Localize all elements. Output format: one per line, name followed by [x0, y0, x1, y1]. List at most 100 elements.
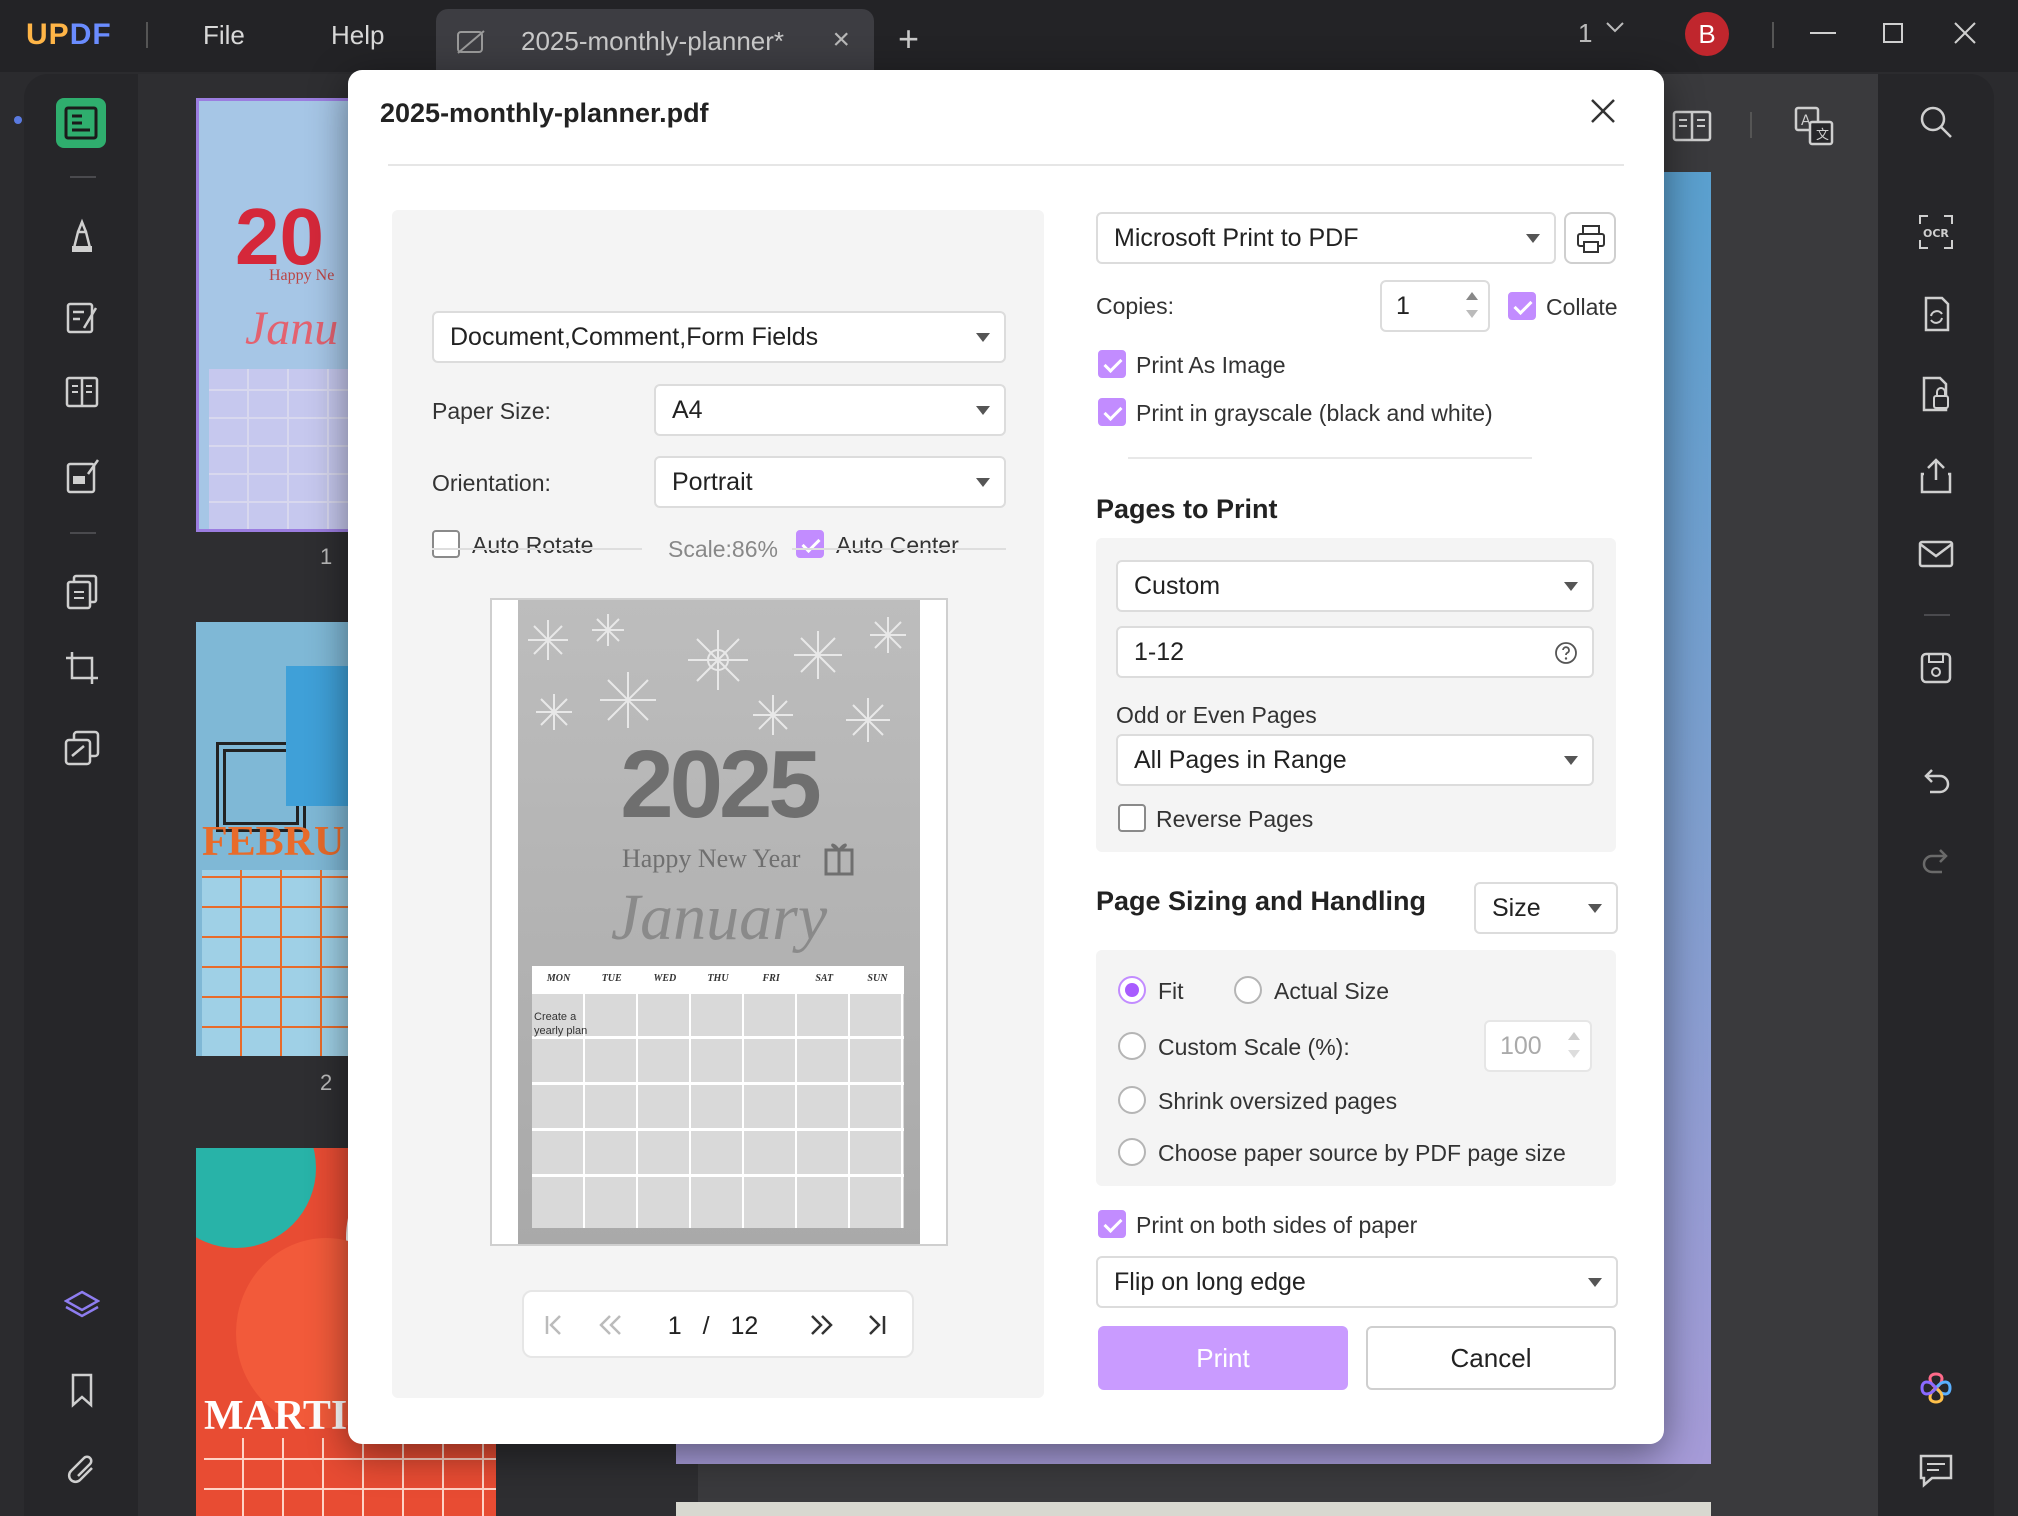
- reverse-pages-checkbox[interactable]: [1118, 804, 1146, 832]
- odd-even-label: Odd or Even Pages: [1116, 702, 1317, 728]
- custom-scale-label: Custom Scale (%):: [1158, 1034, 1350, 1060]
- window-count[interactable]: 1: [1578, 18, 1592, 49]
- actual-size-radio[interactable]: [1234, 976, 1262, 1004]
- increment-icon[interactable]: [1466, 292, 1478, 300]
- grayscale-checkbox[interactable]: [1098, 398, 1126, 426]
- weekday: FRI: [762, 973, 780, 984]
- batch-icon[interactable]: [64, 730, 100, 766]
- page-sizing-title: Page Sizing and Handling: [1096, 886, 1427, 916]
- ai-assistant-icon[interactable]: [1918, 1370, 1954, 1406]
- share-icon[interactable]: [1918, 458, 1954, 494]
- shrink-oversized-radio[interactable]: [1118, 1086, 1146, 1114]
- print-button[interactable]: Print: [1098, 1326, 1348, 1390]
- protect-icon[interactable]: [1918, 376, 1954, 412]
- help-icon[interactable]: [1554, 641, 1578, 665]
- calendar-note-line2: yearly plan: [534, 1025, 588, 1037]
- next-page-icon[interactable]: [806, 1312, 836, 1338]
- paper-size-select[interactable]: A4: [654, 384, 1006, 436]
- minimize-icon[interactable]: [1806, 16, 1840, 50]
- highlighter-icon[interactable]: [64, 218, 100, 254]
- print-content-value: Document,Comment,Form Fields: [450, 323, 819, 351]
- thumb-subtitle: Happy Ne: [269, 267, 335, 284]
- printer-select[interactable]: Microsoft Print to PDF: [1096, 212, 1556, 264]
- attachment-icon[interactable]: [64, 1452, 100, 1488]
- thumbnail-number: 2: [320, 1070, 333, 1095]
- mail-icon[interactable]: [1918, 536, 1954, 572]
- both-sides-label: Print on both sides of paper: [1136, 1212, 1418, 1238]
- pages-mode-select[interactable]: Custom: [1116, 560, 1594, 612]
- page-number-field[interactable]: 1 / 12: [644, 1302, 782, 1350]
- layers-icon[interactable]: [64, 1288, 100, 1324]
- new-tab-icon[interactable]: +: [898, 18, 919, 60]
- decrement-icon[interactable]: [1568, 1050, 1580, 1058]
- user-avatar[interactable]: B: [1685, 12, 1729, 56]
- custom-scale-input[interactable]: 100: [1484, 1020, 1592, 1072]
- printer-properties-button[interactable]: [1564, 212, 1616, 264]
- app-logo[interactable]: UPDF: [26, 18, 112, 52]
- close-icon[interactable]: [1588, 96, 1618, 126]
- menu-file[interactable]: File: [203, 20, 245, 51]
- page-layout-icon[interactable]: [64, 374, 100, 410]
- sizing-mode-select[interactable]: Size: [1474, 882, 1618, 934]
- auto-center-checkbox[interactable]: [796, 530, 824, 558]
- edit-pdf-icon[interactable]: [64, 300, 100, 336]
- translate-icon[interactable]: A文: [1794, 106, 1834, 146]
- undo-icon[interactable]: [1918, 764, 1954, 800]
- print-as-image-checkbox[interactable]: [1098, 350, 1126, 378]
- convert-icon[interactable]: [1918, 296, 1954, 332]
- caret-down-icon: [1588, 1278, 1602, 1287]
- page-range-input[interactable]: 1-12: [1116, 626, 1594, 678]
- flip-edge-select[interactable]: Flip on long edge: [1096, 1256, 1618, 1308]
- print-content-select[interactable]: Document,Comment,Form Fields: [432, 311, 1006, 363]
- actual-size-label: Actual Size: [1274, 978, 1390, 1004]
- orientation-select[interactable]: Portrait: [654, 456, 1006, 508]
- odd-even-select[interactable]: All Pages in Range: [1116, 734, 1594, 786]
- weekday: MON: [546, 973, 571, 984]
- maximize-icon[interactable]: [1876, 16, 1910, 50]
- crop-icon[interactable]: [64, 650, 100, 686]
- increment-icon[interactable]: [1568, 1032, 1580, 1040]
- preview-month: January: [610, 881, 828, 954]
- caret-down-icon: [1588, 904, 1602, 913]
- organize-pages-icon[interactable]: [64, 574, 100, 610]
- redo-icon[interactable]: [1918, 844, 1954, 880]
- auto-center-label: Auto Center: [836, 532, 959, 558]
- ocr-icon[interactable]: OCR: [1918, 214, 1954, 250]
- unsaved-edit-icon: [457, 30, 485, 54]
- window-close-icon[interactable]: [1948, 16, 1982, 50]
- close-tab-icon[interactable]: ×: [832, 23, 850, 57]
- snowflakes-decoration: [528, 614, 906, 742]
- first-page-icon[interactable]: [540, 1312, 570, 1338]
- both-sides-checkbox[interactable]: [1098, 1210, 1126, 1238]
- search-icon[interactable]: [1918, 104, 1954, 140]
- auto-rotate-checkbox[interactable]: [432, 530, 460, 558]
- two-page-view-icon[interactable]: [1672, 106, 1712, 146]
- preview-page: 2025 Happy New Year January MON TUE WED …: [518, 600, 920, 1244]
- dialog-divider: [388, 164, 1624, 166]
- chevron-down-icon[interactable]: [1604, 16, 1626, 38]
- decrement-icon[interactable]: [1466, 310, 1478, 318]
- bookmark-icon[interactable]: [64, 1372, 100, 1408]
- custom-scale-radio[interactable]: [1118, 1032, 1146, 1060]
- fit-radio[interactable]: [1118, 976, 1146, 1004]
- document-tab[interactable]: 2025-monthly-planner* ×: [436, 9, 874, 72]
- calendar-grid: [532, 994, 904, 1228]
- auto-rotate-label: Auto Rotate: [472, 532, 594, 558]
- flip-edge-value: Flip on long edge: [1114, 1268, 1306, 1296]
- comment-icon[interactable]: [1918, 1452, 1954, 1488]
- custom-scale-value: 100: [1500, 1032, 1542, 1060]
- collate-checkbox[interactable]: [1508, 292, 1536, 320]
- save-icon[interactable]: [1918, 650, 1954, 686]
- previous-page-icon[interactable]: [596, 1312, 626, 1338]
- cancel-button[interactable]: Cancel: [1366, 1326, 1616, 1390]
- copies-input[interactable]: 1: [1380, 280, 1490, 332]
- menu-help[interactable]: Help: [331, 20, 384, 51]
- last-page-icon[interactable]: [862, 1312, 892, 1338]
- paper-source-radio[interactable]: [1118, 1138, 1146, 1166]
- collate-label: Collate: [1546, 294, 1618, 320]
- pages-mode-value: Custom: [1134, 572, 1221, 600]
- form-fill-icon[interactable]: [64, 458, 100, 494]
- caret-down-icon: [1526, 234, 1540, 243]
- printer-icon: [1577, 225, 1605, 253]
- reader-mode-icon[interactable]: [56, 98, 106, 148]
